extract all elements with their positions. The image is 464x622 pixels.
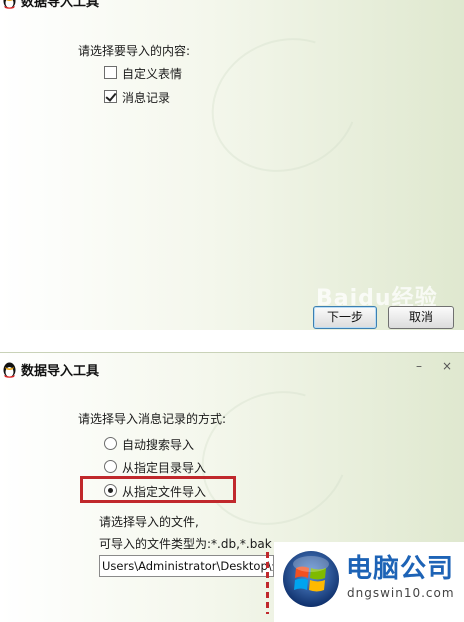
checkbox-unchecked[interactable]: [104, 66, 117, 79]
highlight-annotation-box: [80, 476, 236, 503]
windows-orb-icon: [283, 551, 339, 607]
checkbox-label: 消息记录: [122, 91, 171, 105]
import-tool-window-content: 数据导入工具 请选择要导入的内容: 自定义表情 消息记录 Baidu经验 下一步…: [0, 0, 464, 330]
brand-name: 电脑公司: [346, 554, 455, 584]
separator: [0, 330, 464, 352]
qq-penguin-icon: [3, 0, 16, 9]
brand-watermark: 电脑公司 dngswin10.com: [274, 542, 464, 622]
radio-label: 从指定目录导入: [122, 461, 207, 475]
file-prompt: 请选择导入的文件,: [99, 515, 199, 529]
cancel-button[interactable]: 取消: [388, 306, 454, 329]
radio-label: 自动搜索导入: [122, 438, 195, 452]
background-swirl-decoration: [179, 367, 371, 549]
checkbox-label: 自定义表情: [122, 67, 183, 81]
qq-penguin-icon: [3, 362, 16, 378]
window-title: 数据导入工具: [21, 0, 100, 10]
next-button[interactable]: 下一步: [313, 306, 377, 329]
file-types-hint: 可导入的文件类型为:*.db,*.bak: [99, 537, 272, 551]
close-button[interactable]: ×: [436, 356, 458, 376]
title-bar: 数据导入工具: [0, 0, 464, 14]
method-prompt: 请选择导入消息记录的方式:: [78, 412, 227, 426]
checkbox-checked[interactable]: [104, 90, 117, 103]
window-title: 数据导入工具: [21, 364, 100, 379]
brand-url: dngswin10.com: [347, 586, 455, 600]
file-path-input[interactable]: Users\Administrator\Desktop\全: [99, 555, 274, 577]
annotation-dashed-line: [266, 552, 269, 614]
title-bar: 数据导入工具 – ×: [0, 353, 464, 383]
radio-unselected[interactable]: [104, 460, 117, 473]
radio-unselected[interactable]: [104, 437, 117, 450]
background-swirl-decoration: [189, 14, 381, 196]
content-prompt: 请选择要导入的内容:: [78, 44, 191, 58]
minimize-button[interactable]: –: [408, 356, 430, 376]
